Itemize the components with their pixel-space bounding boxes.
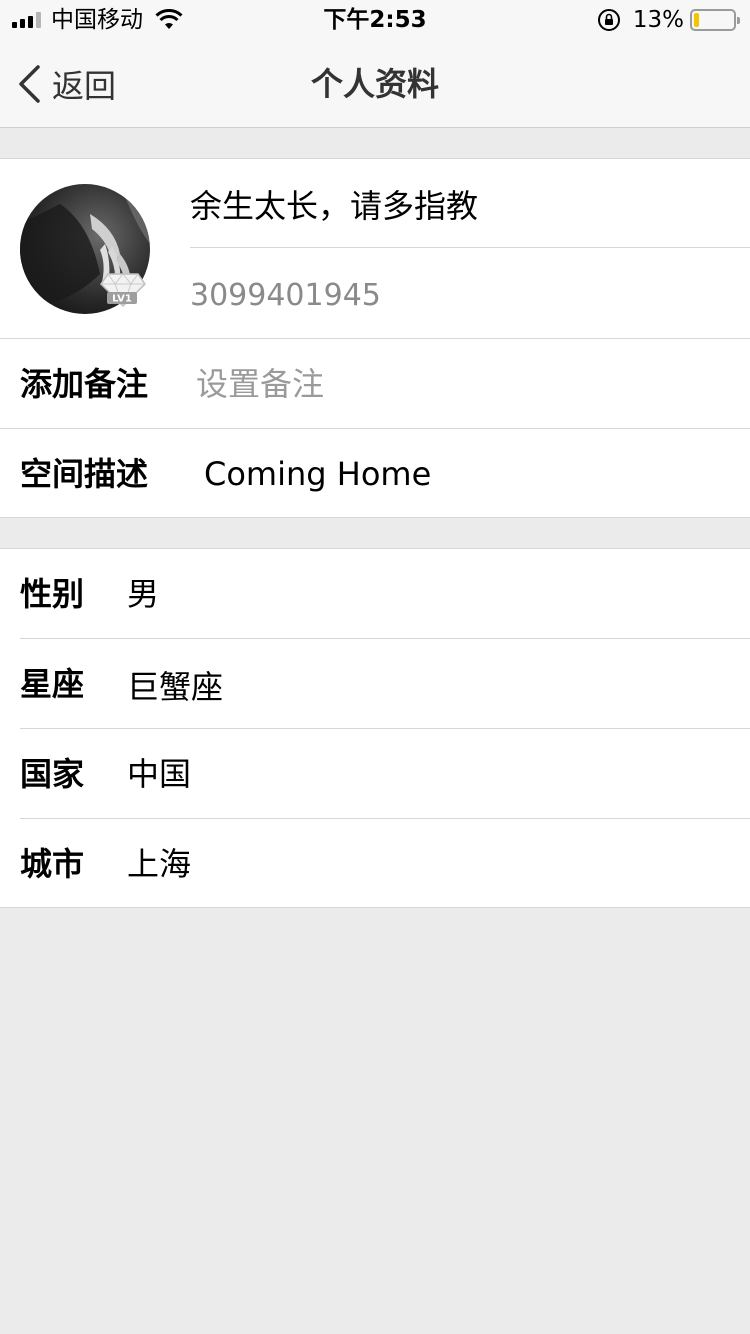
country-label: 国家 [20, 755, 85, 793]
battery-icon [690, 9, 740, 31]
info-row-city: 城市 上海 [0, 819, 750, 909]
city-label: 城市 [20, 845, 85, 883]
remark-input[interactable] [196, 357, 716, 411]
info-section: 性别 男 星座 巨蟹座 国家 中国 城市 上海 [0, 548, 750, 908]
remark-row: 添加备注 [0, 338, 750, 428]
space-description-row[interactable]: 空间描述 Coming Home [0, 428, 750, 518]
constellation-label: 星座 [20, 665, 85, 703]
diamond-icon: LV1 [100, 273, 146, 308]
user-id: 3099401945 [190, 278, 381, 313]
space-description-value: Coming Home [204, 455, 432, 493]
level-label: LV1 [112, 294, 132, 305]
nickname: 余生太长，请多指教 [190, 187, 479, 225]
profile-divider [190, 247, 750, 248]
status-right: 13% [597, 6, 740, 34]
space-description-label: 空间描述 [20, 455, 149, 493]
remark-label: 添加备注 [20, 365, 149, 403]
info-row-country: 国家 中国 [0, 729, 750, 819]
gender-value: 男 [127, 575, 160, 613]
battery-fill [694, 13, 699, 27]
country-value: 中国 [127, 755, 192, 793]
status-bar: 中国移动 下午2:53 13% [0, 0, 750, 40]
gender-label: 性别 [20, 575, 85, 613]
level-badge: LV1 [100, 270, 146, 308]
battery-percent: 13% [632, 7, 684, 33]
constellation-value: 巨蟹座 [127, 668, 224, 706]
nav-bar: 返回 个人资料 [0, 40, 750, 128]
profile-card: 余生太长，请多指教 3099401945 [0, 158, 750, 338]
info-row-constellation: 星座 巨蟹座 [0, 639, 750, 729]
info-row-gender: 性别 男 [0, 549, 750, 639]
city-value: 上海 [127, 845, 192, 883]
orientation-lock-icon [597, 9, 620, 31]
page-title: 个人资料 [310, 65, 439, 103]
